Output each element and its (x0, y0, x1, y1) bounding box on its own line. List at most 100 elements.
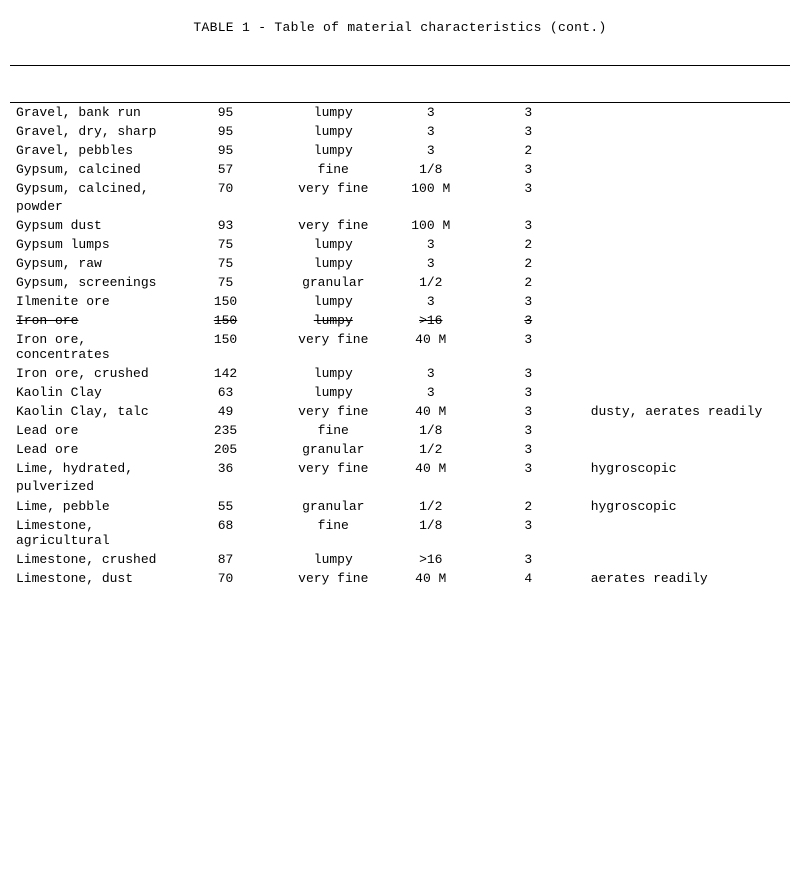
cell-comments (585, 440, 790, 459)
cell-flowability: 3 (472, 160, 585, 179)
cell-size: >16 (390, 550, 472, 569)
table-row: Ilmenite ore150lumpy33 (10, 292, 790, 311)
cell-comments (585, 141, 790, 160)
cell-material: Gypsum, raw (10, 254, 174, 273)
cell-description: lumpy (277, 122, 390, 141)
cell-density: 36 (174, 459, 277, 478)
col-header-description (277, 66, 390, 103)
cell-size: >16 (390, 311, 472, 330)
cell-description: lumpy (277, 235, 390, 254)
cell-density: 95 (174, 103, 277, 123)
cell-flowability: 2 (472, 235, 585, 254)
cell-density: 55 (174, 497, 277, 516)
cell-material: Gypsum lumps (10, 235, 174, 254)
cell-description: fine (277, 160, 390, 179)
cell-size: 3 (390, 292, 472, 311)
cell-size (390, 478, 472, 496)
cell-material: Iron ore, concentrates (10, 330, 174, 364)
cell-description: very fine (277, 179, 390, 198)
table-row: Kaolin Clay63lumpy33 (10, 383, 790, 402)
cell-material: Lime, hydrated, (10, 459, 174, 478)
cell-flowability: 2 (472, 141, 585, 160)
col-header-size (390, 66, 472, 103)
cell-comments (585, 103, 790, 123)
cell-description (277, 478, 390, 496)
cell-description: lumpy (277, 254, 390, 273)
cell-description: lumpy (277, 383, 390, 402)
table-row: Iron ore, crushed142lumpy33 (10, 364, 790, 383)
cell-description: lumpy (277, 292, 390, 311)
cell-comments (585, 478, 790, 496)
col-header-density (174, 66, 277, 103)
cell-material: Limestone, crushed (10, 550, 174, 569)
cell-flowability: 3 (472, 292, 585, 311)
cell-description: lumpy (277, 550, 390, 569)
cell-material: Iron ore (10, 311, 174, 330)
cell-density (174, 198, 277, 216)
cell-flowability: 3 (472, 216, 585, 235)
cell-description: very fine (277, 569, 390, 588)
cell-size: 40 M (390, 569, 472, 588)
table-row: Lime, pebble55granular1/22hygroscopic (10, 497, 790, 516)
cell-material: pulverized (10, 478, 174, 496)
cell-density: 93 (174, 216, 277, 235)
cell-flowability: 2 (472, 497, 585, 516)
cell-density: 75 (174, 254, 277, 273)
cell-size: 1/8 (390, 516, 472, 550)
cell-density: 205 (174, 440, 277, 459)
cell-description (277, 198, 390, 216)
cell-size: 1/2 (390, 440, 472, 459)
cell-description: granular (277, 273, 390, 292)
cell-size: 3 (390, 383, 472, 402)
cell-density: 75 (174, 273, 277, 292)
cell-size: 40 M (390, 459, 472, 478)
table-row: Kaolin Clay, talc49very fine40 M3dusty, … (10, 402, 790, 421)
cell-size: 3 (390, 254, 472, 273)
cell-flowability (472, 198, 585, 216)
cell-flowability: 3 (472, 421, 585, 440)
cell-description: granular (277, 497, 390, 516)
cell-size: 40 M (390, 330, 472, 364)
cell-comments: dusty, aerates readily (585, 402, 790, 421)
cell-comments (585, 364, 790, 383)
cell-material: Kaolin Clay, talc (10, 402, 174, 421)
cell-flowability: 3 (472, 459, 585, 478)
cell-material: Ilmenite ore (10, 292, 174, 311)
table-row: Lime, hydrated,36very fine40 M3hygroscop… (10, 459, 790, 478)
cell-comments (585, 421, 790, 440)
cell-flowability: 3 (472, 383, 585, 402)
cell-density: 75 (174, 235, 277, 254)
cell-description: very fine (277, 459, 390, 478)
cell-density: 57 (174, 160, 277, 179)
page-title: TABLE 1 - Table of material characterist… (10, 20, 790, 35)
header-row (10, 66, 790, 103)
cell-density: 150 (174, 292, 277, 311)
cell-description: granular (277, 440, 390, 459)
cell-size: 1/2 (390, 497, 472, 516)
cell-density: 87 (174, 550, 277, 569)
cell-flowability: 3 (472, 330, 585, 364)
cell-flowability: 3 (472, 103, 585, 123)
cell-material: Gravel, dry, sharp (10, 122, 174, 141)
cell-size: 3 (390, 103, 472, 123)
cell-size: 1/2 (390, 273, 472, 292)
table-row: Gypsum, calcined,70very fine100 M3 (10, 179, 790, 198)
table-row: powder (10, 198, 790, 216)
cell-flowability: 3 (472, 179, 585, 198)
col-header-material (10, 66, 174, 103)
cell-density: 68 (174, 516, 277, 550)
cell-flowability: 3 (472, 550, 585, 569)
cell-density: 70 (174, 179, 277, 198)
cell-material: Gypsum, calcined, (10, 179, 174, 198)
cell-material: Kaolin Clay (10, 383, 174, 402)
cell-size (390, 198, 472, 216)
cell-comments (585, 216, 790, 235)
table-row: Gravel, pebbles95lumpy32 (10, 141, 790, 160)
table-row: Gypsum, calcined57fine1/83 (10, 160, 790, 179)
cell-comments: aerates readily (585, 569, 790, 588)
cell-flowability: 3 (472, 402, 585, 421)
cell-flowability: 3 (472, 516, 585, 550)
cell-material: Limestone, dust (10, 569, 174, 588)
cell-comments (585, 330, 790, 364)
cell-description: very fine (277, 330, 390, 364)
